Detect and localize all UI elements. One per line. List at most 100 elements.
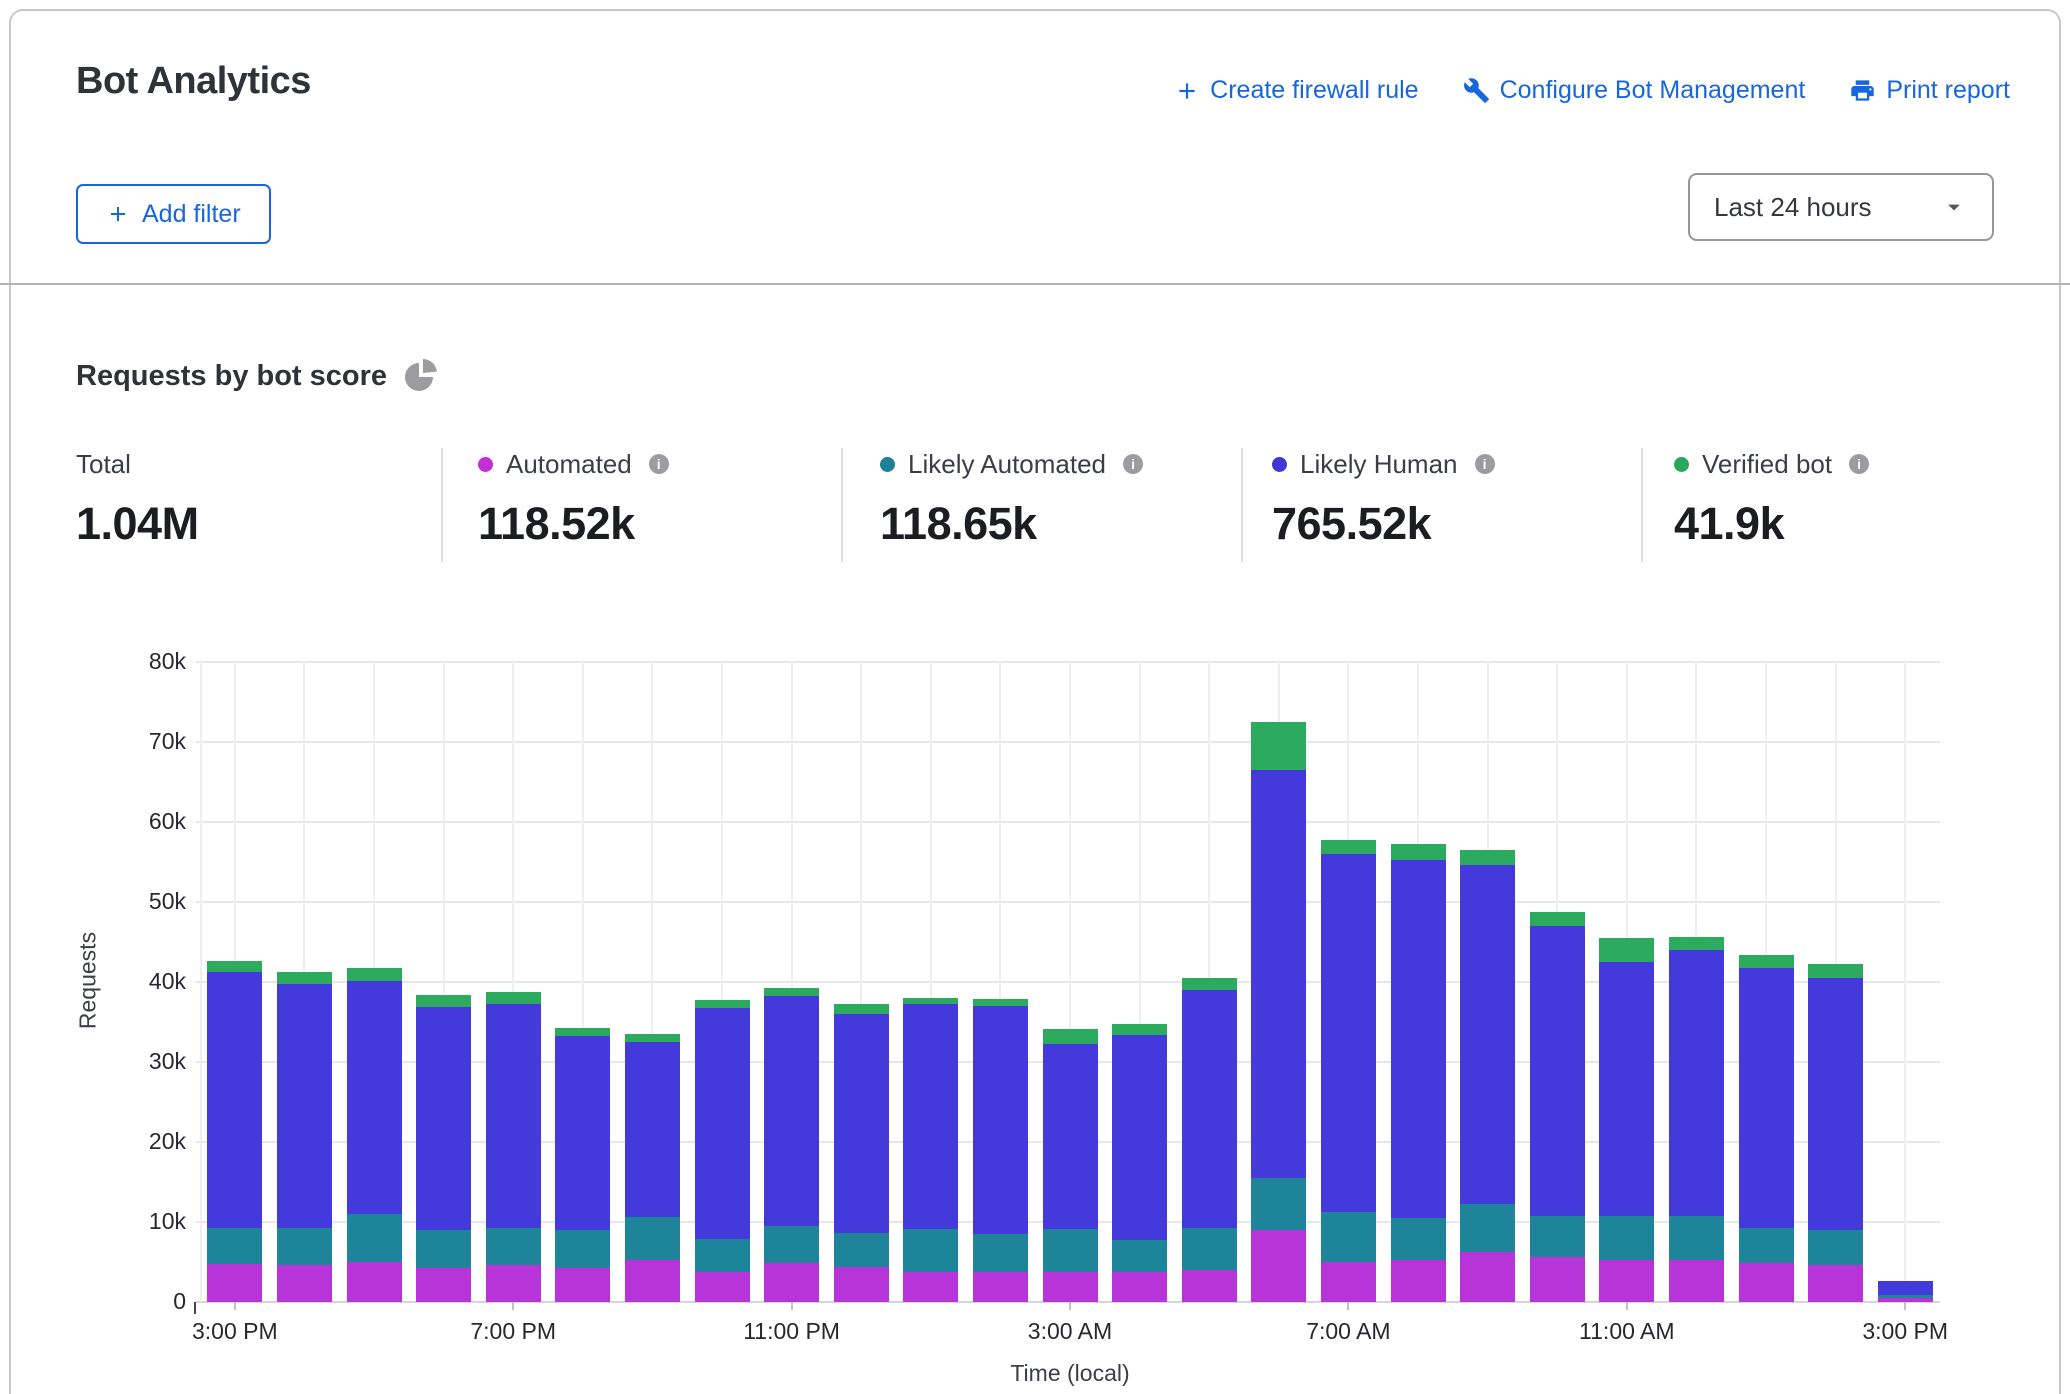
bar-segment-automated <box>973 1272 1028 1302</box>
bar-segment-verified-bot <box>973 999 1028 1006</box>
requests-by-bot-score-chart: 010k20k30k40k50k60k70k80k3:00 PM7:00 PM1… <box>0 0 2070 1394</box>
bar-segment-likely-automated <box>416 1230 471 1268</box>
bar-segment-likely-human <box>1739 968 1794 1227</box>
bar-segment-automated <box>1669 1260 1724 1302</box>
bar-segment-verified-bot <box>486 992 541 1004</box>
bar-segment-verified-bot <box>764 988 819 996</box>
bar-segment-likely-human <box>1182 990 1237 1228</box>
bar-segment-automated <box>1251 1230 1306 1302</box>
bar-segment-automated <box>486 1265 541 1302</box>
bar-segment-verified-bot <box>1739 955 1794 969</box>
x-axis-tick <box>1626 1302 1628 1310</box>
bar-segment-automated <box>1391 1260 1446 1302</box>
bar-segment-likely-automated <box>1182 1228 1237 1270</box>
bar-segment-likely-human <box>1878 1281 1933 1295</box>
bar-segment-verified-bot <box>347 968 402 981</box>
bar-segment-likely-automated <box>764 1226 819 1263</box>
bar-segment-automated <box>1530 1257 1585 1302</box>
gridline-horizontal <box>196 661 1940 663</box>
y-tick-label: 70k <box>56 728 186 755</box>
bar-segment-automated <box>555 1268 610 1302</box>
bar-segment-likely-automated <box>1251 1178 1306 1230</box>
y-tick-label: 0 <box>56 1288 186 1315</box>
bar-segment-likely-automated <box>1878 1295 1933 1298</box>
bar-segment-likely-human <box>1599 962 1654 1216</box>
bar-segment-automated <box>277 1265 332 1302</box>
bar-segment-likely-human <box>347 981 402 1214</box>
bar-segment-likely-automated <box>1043 1229 1098 1271</box>
bar-segment-verified-bot <box>625 1034 680 1042</box>
bar-segment-automated <box>207 1264 262 1302</box>
bar-segment-automated <box>695 1272 750 1302</box>
bar-segment-automated <box>1112 1272 1167 1302</box>
bar-segment-verified-bot <box>1112 1024 1167 1034</box>
bar-segment-verified-bot <box>207 961 262 972</box>
bar-segment-likely-automated <box>555 1230 610 1268</box>
bar-segment-automated <box>834 1267 889 1302</box>
bar-segment-likely-human <box>1530 926 1585 1216</box>
bar-segment-likely-automated <box>207 1228 262 1264</box>
bar-segment-verified-bot <box>1530 912 1585 926</box>
bar-segment-likely-human <box>1808 978 1863 1230</box>
bar-segment-likely-human <box>1321 854 1376 1212</box>
bar-segment-likely-automated <box>347 1214 402 1262</box>
gridline-horizontal <box>196 901 1940 903</box>
bar-segment-likely-automated <box>1739 1228 1794 1263</box>
x-axis-tick <box>1904 1302 1906 1310</box>
bar-segment-verified-bot <box>1182 978 1237 990</box>
bar-segment-likely-human <box>1391 860 1446 1218</box>
bar-segment-likely-automated <box>277 1228 332 1266</box>
bar-segment-likely-automated <box>1530 1216 1585 1258</box>
bar-segment-likely-automated <box>486 1228 541 1266</box>
bar-segment-verified-bot <box>1251 722 1306 770</box>
bar-segment-verified-bot <box>1321 840 1376 854</box>
bar-segment-likely-human <box>207 972 262 1228</box>
gridline-horizontal <box>196 741 1940 743</box>
x-axis-tick <box>791 1302 793 1310</box>
bar-segment-likely-automated <box>1599 1216 1654 1260</box>
bar-segment-verified-bot <box>1599 938 1654 962</box>
gridline-horizontal <box>196 821 1940 823</box>
bar-segment-likely-automated <box>1460 1204 1515 1251</box>
bar-segment-likely-automated <box>903 1229 958 1272</box>
bar-segment-likely-automated <box>695 1239 750 1272</box>
y-tick-label: 20k <box>56 1128 186 1155</box>
y-tick-label: 30k <box>56 1048 186 1075</box>
bar-segment-likely-human <box>625 1042 680 1217</box>
y-tick-label: 80k <box>56 648 186 675</box>
bar-segment-automated <box>1043 1272 1098 1302</box>
x-axis-title: Time (local) <box>940 1360 1200 1387</box>
bar-segment-automated <box>1739 1263 1794 1302</box>
x-tick-label: 7:00 AM <box>1258 1318 1438 1345</box>
bar-segment-likely-human <box>486 1004 541 1228</box>
bar-segment-verified-bot <box>1808 964 1863 978</box>
bar-segment-likely-automated <box>834 1233 889 1267</box>
bar-segment-verified-bot <box>416 995 471 1007</box>
bar-segment-automated <box>1808 1265 1863 1302</box>
x-axis-tick <box>1069 1302 1071 1310</box>
x-tick-label: 3:00 PM <box>145 1318 325 1345</box>
bar-segment-automated <box>416 1268 471 1302</box>
x-tick-label: 7:00 PM <box>423 1318 603 1345</box>
bar-segment-likely-automated <box>1808 1230 1863 1265</box>
bar-segment-likely-human <box>555 1036 610 1230</box>
bar-segment-verified-bot <box>834 1004 889 1014</box>
bar-segment-automated <box>903 1272 958 1302</box>
y-tick-label: 10k <box>56 1208 186 1235</box>
bar-segment-likely-automated <box>973 1234 1028 1272</box>
bar-segment-likely-automated <box>625 1217 680 1259</box>
bar-segment-verified-bot <box>555 1028 610 1036</box>
bar-segment-likely-human <box>973 1006 1028 1234</box>
bar-segment-likely-human <box>834 1014 889 1233</box>
axis-origin-tick <box>194 1302 196 1314</box>
bar-segment-automated <box>1321 1262 1376 1302</box>
bar-segment-verified-bot <box>903 998 958 1004</box>
bar-segment-likely-human <box>695 1008 750 1238</box>
bar-segment-verified-bot <box>695 1000 750 1009</box>
x-tick-label: 3:00 PM <box>1815 1318 1995 1345</box>
bar-segment-likely-human <box>1251 770 1306 1178</box>
bar-segment-likely-automated <box>1391 1218 1446 1260</box>
x-axis-tick <box>1347 1302 1349 1310</box>
bar-segment-automated <box>625 1260 680 1302</box>
x-tick-label: 3:00 AM <box>980 1318 1160 1345</box>
